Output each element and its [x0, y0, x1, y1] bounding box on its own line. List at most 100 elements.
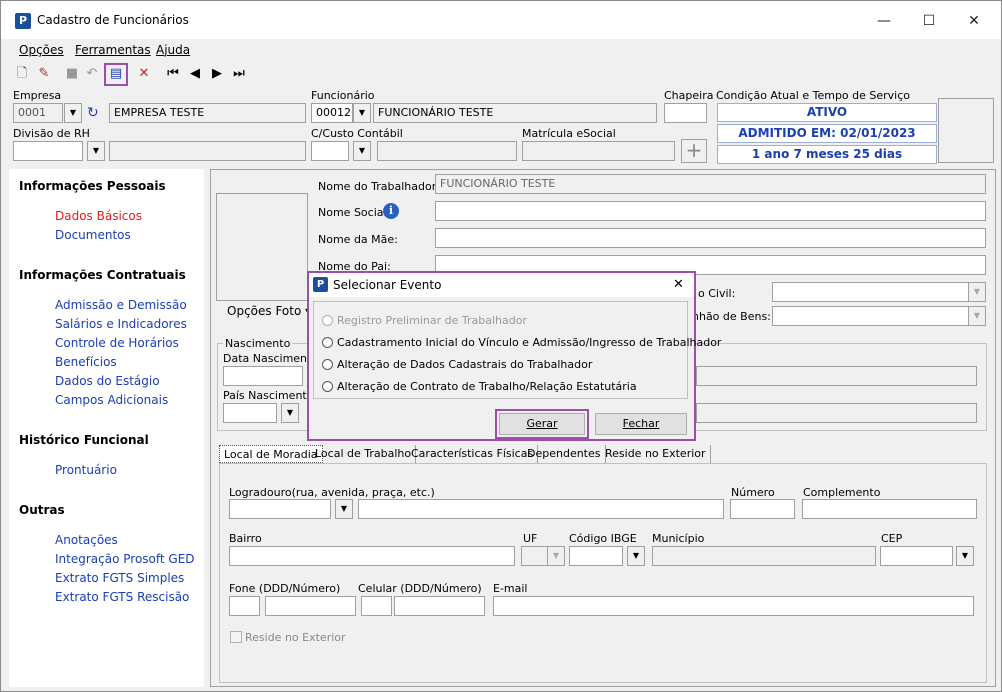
ibge-dropdown[interactable]: ▼ [627, 546, 645, 566]
nome-trabalhador-field[interactable]: FUNCIONÁRIO TESTE [435, 174, 986, 194]
reside-exterior-label: Reside no Exterior [245, 631, 346, 644]
pais-nascimento-dropdown[interactable]: ▼ [281, 403, 299, 423]
chapeira-field[interactable] [664, 103, 707, 123]
sidebar-item-admissao[interactable]: Admissão e Demissão [55, 298, 187, 312]
sidebar-item-ged[interactable]: Integração Prosoft GED [55, 552, 195, 566]
undo-icon[interactable]: ↶ [83, 65, 101, 83]
complemento-label: Complemento [803, 486, 881, 499]
empresa-code-field[interactable]: 0001 [13, 103, 63, 123]
dialog-title-bar: P Selecionar Evento ✕ [309, 273, 694, 297]
stop-icon[interactable]: ■ [63, 65, 81, 83]
estado-civil-select[interactable] [772, 282, 986, 302]
delete-icon[interactable]: ✕ [135, 65, 153, 83]
celular-ddd-field[interactable] [361, 596, 392, 616]
fechar-button[interactable]: Fechar [595, 413, 687, 435]
ccusto-dropdown[interactable]: ▼ [353, 141, 371, 161]
sidebar-item-horarios[interactable]: Controle de Horários [55, 336, 179, 350]
bairro-field[interactable] [229, 546, 515, 566]
maximize-button[interactable]: ☐ [906, 7, 952, 35]
logradouro-tipo-field[interactable] [229, 499, 331, 519]
add-matricula-button[interactable]: + [681, 139, 707, 163]
sidebar-item-fgts-simples[interactable]: Extrato FGTS Simples [55, 571, 184, 585]
dialog-close-icon[interactable]: ✕ [673, 277, 684, 292]
reside-exterior-checkbox[interactable] [230, 631, 242, 643]
title-bar: P Cadastro de Funcionários — ☐ ✕ [1, 1, 1001, 39]
radio-registro-preliminar[interactable]: Registro Preliminar de Trabalhador [322, 314, 527, 327]
menu-ajuda[interactable]: Ajuda [156, 43, 190, 57]
sidebar-section-pessoais: Informações Pessoais [19, 179, 166, 193]
radio-label: Registro Preliminar de Trabalhador [337, 314, 527, 327]
pais-nascimento-field[interactable] [223, 403, 277, 423]
data-nascimento-field[interactable] [223, 366, 303, 386]
sidebar-item-campos-adicionais[interactable]: Campos Adicionais [55, 393, 168, 407]
minimize-button[interactable]: — [861, 7, 907, 35]
close-button[interactable]: ✕ [951, 7, 997, 35]
regime-bens-dropdown[interactable]: ▼ [968, 306, 986, 326]
divisao-code-field[interactable] [13, 141, 83, 161]
fone-ddd-field[interactable] [229, 596, 260, 616]
sidebar-item-fgts-rescisao[interactable]: Extrato FGTS Rescisão [55, 590, 189, 604]
radio-circle-icon [322, 359, 333, 370]
radio-alteracao-contrato[interactable]: Alteração de Contrato de Trabalho/Relaçã… [322, 380, 637, 393]
logradouro-field[interactable] [358, 499, 724, 519]
refresh-icon[interactable]: ↻ [87, 105, 99, 121]
last-record-icon[interactable]: ⏭ [230, 65, 248, 83]
empresa-dropdown[interactable]: ▼ [64, 103, 82, 123]
new-document-icon[interactable]: 🗋 [13, 65, 31, 83]
email-field[interactable] [493, 596, 974, 616]
uf-dropdown[interactable]: ▼ [547, 546, 565, 566]
ccusto-code-field[interactable] [311, 141, 349, 161]
sidebar-item-anotacoes[interactable]: Anotações [55, 533, 118, 547]
opcoes-foto-button[interactable]: Opções Foto ▾ [227, 304, 311, 318]
radio-cadastramento-inicial[interactable]: Cadastramento Inicial do Vínculo e Admis… [322, 336, 721, 349]
tab-local-moradia[interactable]: Local de Moradia [219, 445, 323, 463]
ibge-field[interactable] [569, 546, 623, 566]
celular-numero-field[interactable] [394, 596, 485, 616]
fone-numero-field[interactable] [265, 596, 356, 616]
menu-ferramentas[interactable]: Ferramentas [75, 43, 151, 57]
tab-dependentes[interactable]: Dependentes [523, 445, 606, 463]
complemento-field[interactable] [802, 499, 977, 519]
ccusto-name-field [377, 141, 517, 161]
sidebar-item-beneficios[interactable]: Benefícios [55, 355, 117, 369]
divisao-dropdown[interactable]: ▼ [87, 141, 105, 161]
regime-bens-select[interactable] [772, 306, 986, 326]
sidebar-item-prontuario[interactable]: Prontuário [55, 463, 117, 477]
tab-local-trabalho[interactable]: Local de Trabalho [311, 445, 417, 463]
sidebar-item-estagio[interactable]: Dados do Estágio [55, 374, 160, 388]
nome-mae-field[interactable] [435, 228, 986, 248]
radio-alteracao-cadastrais[interactable]: Alteração de Dados Cadastrais do Trabalh… [322, 358, 592, 371]
sidebar-item-dados-basicos[interactable]: Dados Básicos [55, 209, 142, 223]
tab-caracteristicas[interactable]: Características Físicas [407, 445, 539, 463]
radio-circle-icon [322, 337, 333, 348]
funcionario-dropdown[interactable]: ▼ [353, 103, 371, 123]
funcionario-name-field: FUNCIONÁRIO TESTE [373, 103, 657, 123]
uf-select[interactable] [521, 546, 549, 566]
evento-options-group: Registro Preliminar de Trabalhador Cadas… [313, 301, 721, 399]
tab-reside-exterior[interactable]: Reside no Exterior [601, 445, 711, 463]
sidebar-item-salarios[interactable]: Salários e Indicadores [55, 317, 187, 331]
toolbar: 🗋 ✎ ■ ↶ ▤ ✕ ⏮ ◀ ▶ ⏭ [1, 63, 1001, 87]
numero-field[interactable] [730, 499, 795, 519]
estado-civil-dropdown[interactable]: ▼ [968, 282, 986, 302]
sidebar-item-documentos[interactable]: Documentos [55, 228, 131, 242]
info-icon[interactable]: i [383, 203, 399, 219]
divisao-name-field [109, 141, 306, 161]
logradouro-tipo-dropdown[interactable]: ▼ [335, 499, 353, 519]
funcionario-code-field[interactable]: 00012 [311, 103, 353, 123]
selecionar-evento-dialog: P Selecionar Evento ✕ Registro Prelimina… [307, 271, 721, 441]
nome-social-field[interactable] [435, 201, 986, 221]
edit-pencil-icon[interactable]: ✎ [35, 65, 53, 83]
menu-opcoes[interactable]: Opções [19, 43, 64, 57]
nascimento-extra-field-2 [696, 403, 977, 423]
previous-record-icon[interactable]: ◀ [186, 65, 204, 83]
first-record-icon[interactable]: ⏮ [164, 65, 182, 83]
cep-dropdown[interactable]: ▼ [956, 546, 974, 566]
empresa-name-field: EMPRESA TESTE [109, 103, 306, 123]
matricula-field[interactable] [522, 141, 675, 161]
cep-label: CEP [881, 532, 903, 545]
next-record-icon[interactable]: ▶ [208, 65, 226, 83]
cep-field[interactable] [880, 546, 953, 566]
municipio-label: Município [652, 532, 705, 545]
fone-label: Fone (DDD/Número) [229, 582, 341, 595]
